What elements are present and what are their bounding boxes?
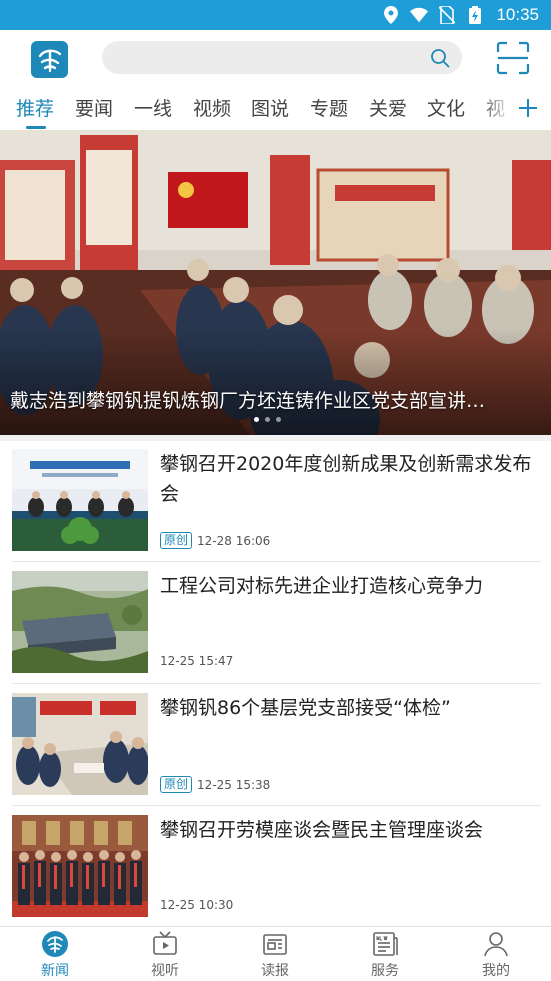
news-title[interactable]: 攀钢钒86个基层党支部接受“体检” (160, 693, 540, 723)
nav-paper[interactable]: 读报 (230, 930, 320, 980)
tab-photo[interactable]: 图说 (251, 94, 289, 124)
nav-label: 视听 (151, 963, 179, 979)
nav-service[interactable]: 服务 (340, 930, 430, 980)
nav-mine[interactable]: 我的 (451, 930, 541, 980)
news-logo-icon (41, 930, 69, 958)
active-tab-indicator (26, 126, 46, 129)
original-tag: 原创 (160, 776, 193, 793)
status-clock: 10:35 (496, 5, 539, 24)
tab-headlines[interactable]: 要闻 (75, 94, 113, 124)
tab-frontline[interactable]: 一线 (134, 94, 172, 124)
list-item[interactable]: 攀钢召开2020年度创新成果及创新需求发布会 原创 12-28 16:06 (0, 441, 551, 563)
add-channel-icon[interactable] (516, 96, 540, 120)
news-time: 12-25 15:47 (160, 654, 234, 668)
nav-label: 新闻 (41, 963, 69, 979)
user-icon (482, 930, 510, 958)
scan-icon[interactable] (496, 41, 530, 75)
bottom-nav: 新闻 视听 读报 服务 我的 (0, 926, 551, 981)
news-title[interactable]: 工程公司对标先进企业打造核心竞争力 (160, 571, 540, 601)
nav-video[interactable]: 视听 (120, 930, 210, 980)
tab-recommend[interactable]: 推荐 (16, 94, 54, 124)
tab-video[interactable]: 视频 (193, 94, 231, 124)
divider (12, 561, 541, 562)
app-header (0, 30, 551, 88)
no-sim-icon (438, 6, 456, 24)
list-item[interactable]: 攀钢召开劳模座谈会暨民主管理座谈会 12-25 10:30 (0, 807, 551, 929)
banner-dot (254, 417, 259, 422)
tab-care[interactable]: 关爱 (369, 94, 407, 124)
list-item[interactable]: 工程公司对标先进企业打造核心竞争力 12-25 15:47 (0, 563, 551, 685)
news-time: 12-25 10:30 (160, 898, 234, 912)
channel-bar: 推荐 要闻 一线 视频 图说 专题 关爱 文化 视 (0, 88, 551, 130)
tab-special[interactable]: 专题 (310, 94, 348, 124)
nav-label: 我的 (482, 963, 510, 979)
banner-dot (265, 417, 270, 422)
wifi-icon (410, 6, 429, 24)
news-meta: 原创 12-28 16:06 (160, 532, 270, 549)
banner-caption[interactable]: 戴志浩到攀钢钒提钒炼钢厂方坯连铸作业区党支部宣讲… (10, 386, 530, 413)
news-title[interactable]: 攀钢召开2020年度创新成果及创新需求发布会 (160, 449, 540, 509)
news-meta: 原创 12-25 15:38 (160, 776, 270, 793)
news-time: 12-28 16:06 (197, 533, 271, 548)
location-icon (382, 6, 400, 24)
banner-dot (276, 417, 281, 422)
divider (12, 805, 541, 806)
app-logo-icon (31, 41, 68, 78)
list-item[interactable]: 攀钢钒86个基层党支部接受“体检” 原创 12-25 15:38 (0, 685, 551, 807)
tv-icon (151, 930, 179, 958)
news-time: 12-25 15:38 (197, 777, 271, 792)
news-thumbnail (12, 571, 148, 673)
news-meta: 12-25 10:30 (160, 898, 233, 912)
newspaper-icon (261, 930, 289, 958)
divider (12, 683, 541, 684)
battery-charging-icon (466, 6, 484, 24)
banner-pager (254, 417, 281, 422)
news-meta: 12-25 15:47 (160, 654, 233, 668)
news-thumbnail (12, 815, 148, 917)
news-title[interactable]: 攀钢召开劳模座谈会暨民主管理座谈会 (160, 815, 540, 845)
service-news-icon (371, 930, 399, 958)
tab-culture[interactable]: 文化 (427, 94, 465, 124)
news-thumbnail (12, 449, 148, 551)
nav-label: 读报 (261, 963, 289, 979)
news-thumbnail (12, 693, 148, 795)
original-tag: 原创 (160, 532, 193, 549)
nav-news[interactable]: 新闻 (10, 930, 100, 980)
channel-fade (478, 88, 514, 130)
status-bar: 10:35 (0, 0, 551, 30)
search-icon[interactable] (430, 48, 450, 68)
nav-label: 服务 (371, 963, 399, 979)
channel-tabs: 推荐 要闻 一线 视频 图说 专题 关爱 文化 视 (0, 88, 510, 130)
search-input[interactable] (102, 41, 462, 74)
